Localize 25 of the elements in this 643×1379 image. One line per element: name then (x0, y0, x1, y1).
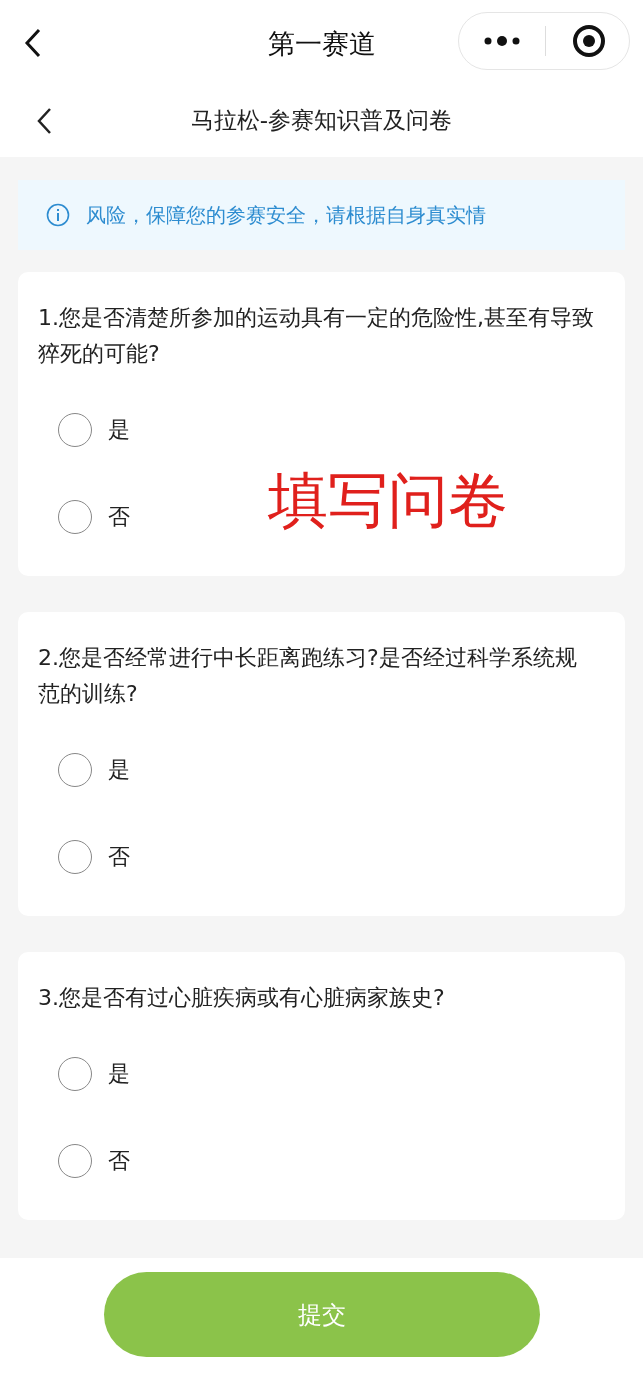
question-text: 2.您是否经常进行中长距离跑练习?是否经过科学系统规范的训练? (38, 644, 578, 708)
info-icon (46, 203, 70, 227)
question-text: 1.您是否清楚所参加的运动具有一定的危险性,甚至有导致猝死的可能? (38, 304, 595, 368)
radio-button[interactable] (58, 1056, 92, 1091)
radio-button[interactable] (58, 752, 92, 787)
back-icon[interactable] (24, 28, 42, 58)
back-icon[interactable] (36, 107, 52, 135)
radio-button[interactable] (58, 1143, 92, 1178)
nav-title: 第一赛道 (266, 27, 377, 61)
radio-button[interactable] (58, 412, 92, 447)
page-title: 马拉松-参赛知识普及问卷 (189, 106, 454, 135)
notice-text: 风险，保障您的参赛安全，请根据自身真实情 (86, 202, 486, 229)
radio-button[interactable] (58, 839, 92, 874)
option-label: 否 (108, 503, 130, 531)
option-label: 是 (108, 416, 130, 444)
option-label: 是 (108, 1060, 130, 1088)
annotation-text: 填写问卷 (268, 470, 508, 530)
close-icon[interactable] (572, 24, 606, 58)
option-label: 否 (108, 1147, 130, 1175)
question-text: 3.您是否有过心脏疾病或有心脏病家族史? (38, 984, 446, 1012)
more-icon[interactable] (483, 35, 521, 47)
radio-button[interactable] (58, 499, 92, 534)
submit-button[interactable]: 提交 (103, 1272, 540, 1357)
option-label: 是 (108, 756, 130, 784)
option-label: 否 (108, 843, 130, 871)
